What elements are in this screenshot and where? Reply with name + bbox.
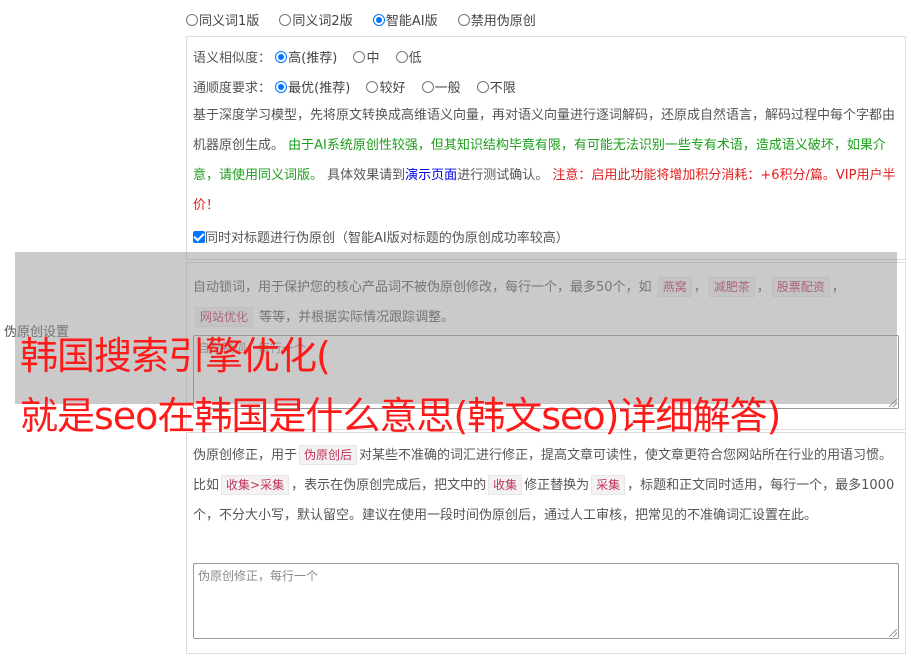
demo-page-link[interactable]: 演示页面 (405, 168, 457, 183)
mode-synonym-2[interactable]: 同义词2版 (279, 10, 353, 29)
fluency-good[interactable]: 较好 (366, 77, 405, 96)
similarity-row: 语义相似度： 高(推荐) 中 低 (193, 47, 434, 66)
correction-panel: 伪原创修正，用于 伪原创后 对某些不准确的词汇进行修正，提高文章可读性，使文章更符合… (186, 432, 906, 654)
fluency-row: 通顺度要求： 最优(推荐) 较好 一般 不限 (193, 77, 528, 96)
radio-checked-icon[interactable] (372, 14, 385, 26)
similarity-medium[interactable]: 中 (353, 47, 379, 66)
gray-overlay (15, 252, 897, 404)
fluency-any[interactable]: 不限 (476, 77, 516, 96)
ai-description: 基于深度学习模型，先将原文转换成高维语义向量，再对语义向量进行逐词解码，还原成自… (193, 108, 896, 213)
radio-icon[interactable] (366, 81, 379, 93)
checkbox-checked-icon[interactable] (193, 231, 205, 243)
example-tag: 伪原创后 (299, 445, 358, 465)
banner-line-2: 就是seo在韩国是什么意思(韩文seo)详细解答) (20, 394, 781, 438)
mode-synonym-1[interactable]: 同义词1版 (186, 10, 259, 29)
title-rewrite-checkbox[interactable]: 同时对标题进行伪原创（智能AI版对标题的伪原创成功率较高） (193, 231, 569, 246)
radio-icon[interactable] (353, 51, 366, 63)
fluency-normal[interactable]: 一般 (421, 77, 461, 96)
example-tag: 采集 (591, 475, 626, 495)
similarity-high[interactable]: 高(推荐) (275, 47, 337, 66)
radio-icon[interactable] (421, 81, 434, 93)
radio-icon[interactable] (186, 14, 198, 26)
radio-icon[interactable] (395, 51, 408, 63)
mode-ai[interactable]: 智能AI版 (372, 10, 438, 29)
correction-description: 伪原创修正，用于 伪原创后 对某些不准确的词汇进行修正，提高文章可读性，使文章更符合… (193, 441, 901, 531)
radio-checked-icon[interactable] (275, 51, 288, 63)
radio-icon[interactable] (457, 14, 470, 26)
correction-input[interactable]: 伪原创修正，每行一个 (193, 563, 899, 639)
resize-grip-icon[interactable] (889, 629, 897, 637)
mode-options: 同义词1版 同义词2版 智能AI版 禁用伪原创 (186, 10, 552, 29)
radio-checked-icon[interactable] (275, 81, 288, 93)
banner-line-1: 韩国搜索引擎优化( (20, 334, 331, 378)
title-rewrite-row: 同时对标题进行伪原创（智能AI版对标题的伪原创成功率较高） (193, 227, 569, 246)
example-tag: 收集 (488, 475, 523, 495)
example-tag: 收集>采集 (221, 475, 290, 495)
fluency-best[interactable]: 最优(推荐) (275, 77, 350, 96)
similarity-low[interactable]: 低 (395, 47, 422, 66)
mode-disable[interactable]: 禁用伪原创 (457, 10, 536, 29)
radio-icon[interactable] (279, 14, 292, 26)
ai-settings-panel: 语义相似度： 高(推荐) 中 低 通顺度要求： 最优(推荐) 较好 一般 不限 … (186, 36, 906, 260)
similarity-label: 语义相似度： (193, 51, 272, 66)
radio-icon[interactable] (476, 81, 489, 93)
fluency-label: 通顺度要求： (193, 81, 272, 96)
